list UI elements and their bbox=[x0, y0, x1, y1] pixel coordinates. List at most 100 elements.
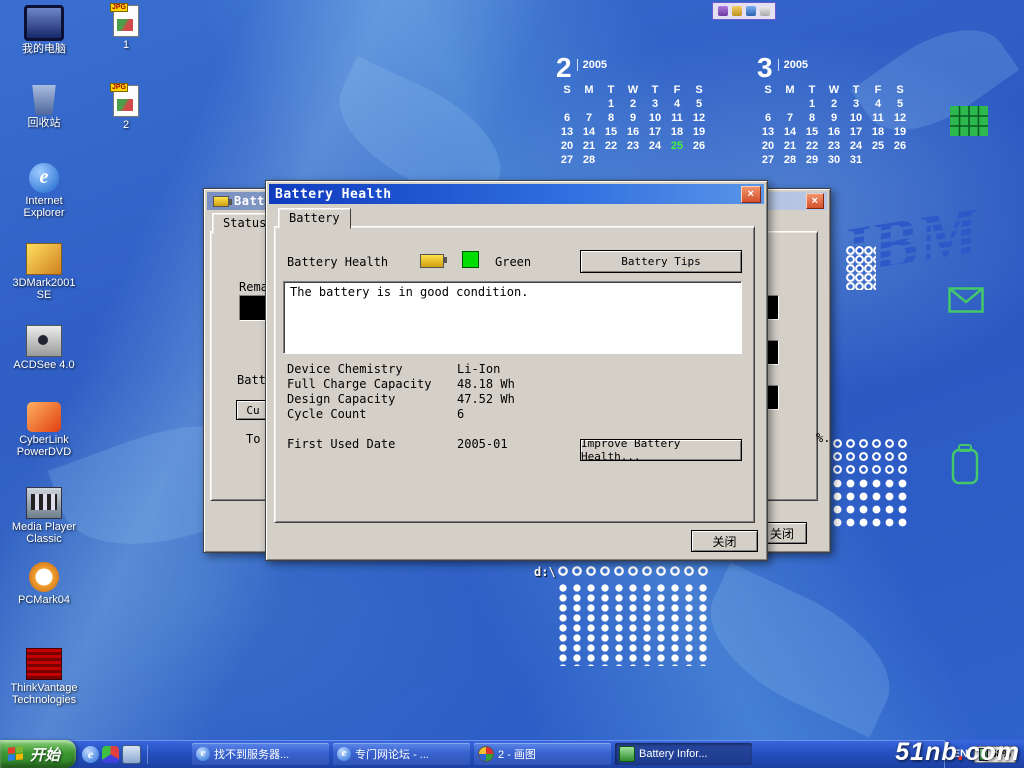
desktop-icon-label: PCMark04 bbox=[8, 594, 80, 606]
calendar-february: 2 2005 SMTWTFS12345678910111213141516171… bbox=[556, 55, 712, 167]
calendar-day-header: S bbox=[688, 83, 710, 97]
taskbar-tasks: 找不到服务器... 专门网论坛 - ... 2 - 画图 Battery Infor.… bbox=[190, 743, 754, 765]
calendar-day-header: W bbox=[622, 83, 644, 97]
battery-icon bbox=[420, 254, 444, 268]
volume-icon[interactable] bbox=[718, 6, 728, 16]
calendar-day: 5 bbox=[889, 97, 911, 111]
calendar-day: 18 bbox=[867, 125, 889, 139]
jpg-badge: JPG bbox=[110, 3, 128, 12]
calendar-march: 3 2005 SMTWTFS12345678910111213141516171… bbox=[757, 55, 913, 167]
improve-battery-health-button[interactable]: Improve Battery Health... bbox=[580, 439, 742, 461]
ibm-logo-dot-trail bbox=[846, 246, 876, 290]
field-value: 6 bbox=[457, 407, 464, 422]
desktop-icon-internet-explorer[interactable]: Internet Explorer bbox=[8, 163, 80, 219]
desktop-icon-powerdvd[interactable]: CyberLink PowerDVD bbox=[8, 402, 80, 458]
task-button-label: 找不到服务器... bbox=[214, 746, 289, 762]
desktop-icon-label: 2 bbox=[90, 119, 162, 131]
calendar-day: 14 bbox=[578, 125, 600, 139]
calendar-day: 11 bbox=[867, 111, 889, 125]
desktop-icon-my-computer[interactable]: 我的电脑 bbox=[8, 5, 80, 55]
task-button-label: Battery Infor... bbox=[639, 748, 707, 760]
calendar-day: 26 bbox=[688, 139, 710, 153]
calendar-day-header: S bbox=[757, 83, 779, 97]
calendar-day: 16 bbox=[823, 125, 845, 139]
calendar-day-header: M bbox=[578, 83, 600, 97]
desktop-mini-toolbar[interactable] bbox=[712, 2, 776, 20]
battery-field-row: Full Charge Capacity48.18 Wh bbox=[287, 377, 515, 392]
windows-logo-icon bbox=[8, 746, 25, 763]
display-icon[interactable] bbox=[746, 6, 756, 16]
battery-tips-button[interactable]: Battery Tips bbox=[580, 250, 742, 273]
tab-battery[interactable]: Battery bbox=[278, 208, 351, 229]
calendar-day: 4 bbox=[867, 97, 889, 111]
desktop-icon-label: 3DMark2001 SE bbox=[8, 277, 80, 301]
calendar-day bbox=[556, 97, 578, 111]
calendar-day: 25 bbox=[867, 139, 889, 153]
dot-grid-filled bbox=[556, 583, 712, 666]
quicklaunch-ie-icon[interactable] bbox=[82, 746, 99, 763]
close-button[interactable]: 关闭 bbox=[691, 530, 758, 552]
quicklaunch-desktop-icon[interactable] bbox=[122, 745, 141, 764]
desktop-icon-label: 回收站 bbox=[8, 117, 80, 129]
desktop-icon-jpg-1[interactable]: JPG1 bbox=[90, 5, 162, 51]
desktop-icon-media-player-classic[interactable]: Media Player Classic bbox=[8, 487, 80, 545]
battery-health-titlebar[interactable]: Battery Health bbox=[269, 184, 764, 204]
battery-icon bbox=[619, 746, 635, 762]
calendar-day: 15 bbox=[801, 125, 823, 139]
desktop: 我的电脑JPG1回收站JPG2Internet Explorer3DMark20… bbox=[0, 0, 1024, 768]
close-icon[interactable] bbox=[806, 193, 824, 209]
quick-launch-bar bbox=[76, 745, 148, 764]
task-button-4[interactable]: Battery Infor... bbox=[615, 743, 752, 765]
calendar-day: 4 bbox=[666, 97, 688, 111]
thinkvantage-icon bbox=[26, 648, 62, 680]
calendar-day: 3 bbox=[845, 97, 867, 111]
task-button-1[interactable]: 找不到服务器... bbox=[192, 743, 329, 765]
close-icon[interactable] bbox=[741, 186, 761, 203]
battery-field-row: Cycle Count6 bbox=[287, 407, 515, 422]
calendar-day bbox=[688, 153, 710, 167]
task-button-2[interactable]: 专门网论坛 - ... bbox=[333, 743, 470, 765]
ie-icon bbox=[196, 747, 210, 761]
calendar-day-header: F bbox=[867, 83, 889, 97]
dot-grid-filled bbox=[818, 477, 910, 531]
desktop-icon-recycle-bin[interactable]: 回收站 bbox=[8, 85, 80, 129]
calendar-day: 2 bbox=[622, 97, 644, 111]
health-status-text: Green bbox=[495, 255, 531, 269]
battery-cell-icon bbox=[950, 443, 980, 485]
notes-icon[interactable] bbox=[760, 6, 770, 16]
watermark-name: 51nb bbox=[895, 738, 957, 766]
powerdvd-icon bbox=[27, 402, 61, 432]
desktop-icon-3dmark2001[interactable]: 3DMark2001 SE bbox=[8, 243, 80, 301]
task-button-label: 2 - 画图 bbox=[498, 746, 536, 762]
desktop-icon-pcmark04[interactable]: PCMark04 bbox=[8, 562, 80, 606]
start-button[interactable]: 开始 bbox=[0, 740, 76, 768]
field-value: Li-Ion bbox=[457, 362, 500, 377]
field-value: 47.52 Wh bbox=[457, 392, 515, 407]
paint-icon bbox=[478, 746, 494, 762]
calendar-day-header: T bbox=[845, 83, 867, 97]
calendar-day-header: W bbox=[823, 83, 845, 97]
calendar-day-header: F bbox=[666, 83, 688, 97]
desktop-icon-thinkvantage[interactable]: ThinkVantage Technologies bbox=[8, 648, 80, 706]
field-label: Full Charge Capacity bbox=[287, 377, 457, 392]
calendar-day-header: T bbox=[600, 83, 622, 97]
calendar-day: 10 bbox=[845, 111, 867, 125]
desktop-icon-acdsee[interactable]: ACDSee 4.0 bbox=[8, 325, 80, 371]
health-label: Battery Health bbox=[287, 255, 388, 269]
calendar-day-header: M bbox=[779, 83, 801, 97]
calendar-day bbox=[779, 97, 801, 111]
quicklaunch-media-icon[interactable] bbox=[102, 746, 119, 763]
calendar-day-header: T bbox=[801, 83, 823, 97]
desktop-icon-label: Internet Explorer bbox=[8, 195, 80, 219]
desktop-icon-jpg-2[interactable]: JPG2 bbox=[90, 85, 162, 131]
calendar-day: 5 bbox=[688, 97, 710, 111]
brightness-icon[interactable] bbox=[732, 6, 742, 16]
calendar-day: 6 bbox=[556, 111, 578, 125]
calendar-day bbox=[666, 153, 688, 167]
calendar-month-number: 3 bbox=[757, 55, 773, 81]
pcmark04-icon bbox=[29, 562, 59, 592]
calendar-year: 2005 bbox=[577, 59, 607, 71]
task-button-3[interactable]: 2 - 画图 bbox=[474, 743, 611, 765]
calendar-day: 19 bbox=[688, 125, 710, 139]
task-button-label: 专门网论坛 - ... bbox=[355, 746, 429, 762]
